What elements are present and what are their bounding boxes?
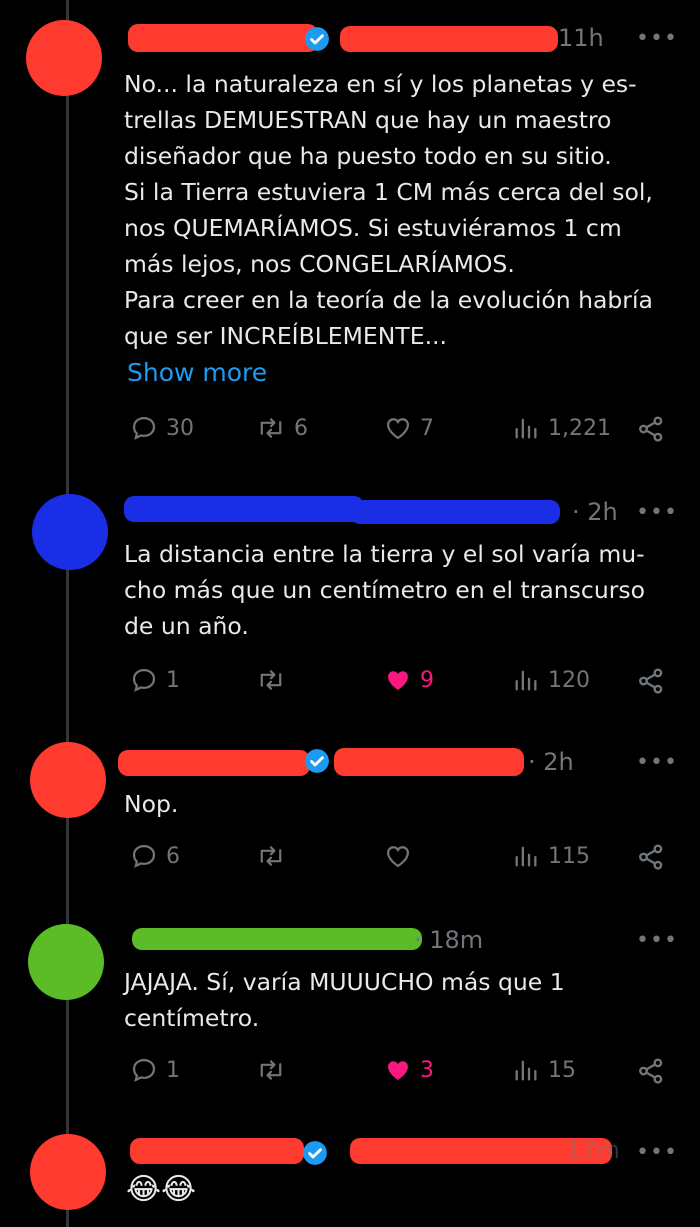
like-count: 9 [420, 667, 434, 693]
reply-button[interactable]: 1 [130, 666, 180, 694]
tweet-4[interactable]: · 18m ••• JAJAJA. Sí, varía MUUUCHO más … [0, 910, 700, 1120]
reply-icon [132, 416, 156, 440]
verified-badge-icon [305, 749, 329, 773]
avatar[interactable] [26, 20, 102, 96]
action-bar: 1 3 15 [0, 1056, 700, 1096]
reply-icon [132, 1058, 156, 1082]
views-button[interactable]: 1,221 [512, 414, 611, 442]
reply-icon [132, 668, 156, 692]
redacted-display-name [130, 1138, 304, 1164]
repost-button[interactable]: 6 [256, 414, 308, 442]
tweet-3[interactable]: · 2h ••• Nop. 6 115 [0, 720, 700, 910]
views-button[interactable]: 115 [512, 842, 590, 870]
repost-icon [260, 1060, 282, 1080]
share-icon [639, 1058, 663, 1084]
tweet-5[interactable]: 17m ••• 😂😂 [0, 1120, 700, 1227]
heart-icon [388, 671, 408, 690]
like-count: 7 [420, 415, 434, 441]
like-button[interactable] [384, 842, 420, 870]
more-dots-icon[interactable]: ••• [636, 1140, 678, 1165]
redacted-handle [334, 748, 524, 776]
views-button[interactable]: 120 [512, 666, 590, 694]
avatar[interactable] [32, 494, 108, 570]
redacted-handle [340, 26, 558, 52]
like-button[interactable]: 9 [384, 666, 434, 694]
redacted-display-name [124, 496, 364, 522]
repost-button[interactable] [256, 842, 294, 870]
reply-count: 1 [166, 667, 180, 693]
more-dots-icon[interactable]: ••• [636, 928, 678, 953]
reply-button[interactable]: 1 [130, 1056, 180, 1084]
reply-count: 6 [166, 843, 180, 869]
redacted-handle [350, 500, 560, 524]
views-count: 115 [548, 843, 590, 869]
share-icon [639, 668, 663, 694]
views-count: 120 [548, 667, 590, 693]
tweet-text: La distancia entre la tierra y el sol va… [124, 540, 646, 640]
action-bar: 30 6 7 1,221 [0, 414, 700, 454]
views-icon [515, 846, 537, 867]
like-button[interactable]: 7 [384, 414, 434, 442]
show-more-link[interactable]: Show more [127, 358, 267, 387]
avatar[interactable] [28, 924, 104, 1000]
action-bar: 6 115 [0, 842, 700, 882]
heart-icon [386, 846, 410, 868]
more-dots-icon[interactable]: ••• [636, 750, 678, 775]
reply-button[interactable]: 6 [130, 842, 180, 870]
verified-badge-icon [305, 27, 329, 51]
verified-badge-icon [303, 1141, 327, 1165]
tweet-2[interactable]: · 2h ••• La distancia entre la tierra y … [0, 470, 700, 720]
share-icon [639, 844, 663, 870]
reply-count: 1 [166, 1057, 180, 1083]
tweet-text: No... la naturaleza en sí y los planetas… [124, 70, 653, 350]
timestamp[interactable]: · 2h [528, 748, 574, 776]
like-count: 3 [420, 1057, 434, 1083]
repost-icon [260, 670, 282, 690]
reply-count: 30 [166, 415, 194, 441]
tweet-text: JAJAJA. Sí, varía MUUUCHO más que 1 cent… [124, 968, 565, 1032]
avatar[interactable] [30, 1134, 106, 1210]
like-button[interactable]: 3 [384, 1056, 434, 1084]
share-button[interactable] [636, 414, 666, 444]
tweet-emoji-text: 😂😂 [126, 1172, 197, 1207]
heart-icon [388, 1061, 408, 1080]
more-dots-icon[interactable]: ••• [636, 500, 678, 525]
redacted-display-name [128, 24, 318, 52]
timestamp[interactable]: 17m [566, 1136, 620, 1164]
views-count: 15 [548, 1057, 576, 1083]
reply-icon [132, 844, 156, 868]
timestamp[interactable]: · 2h [572, 498, 618, 526]
timestamp[interactable]: · 18m [414, 926, 483, 954]
share-button[interactable] [636, 1056, 666, 1086]
redacted-display-name [132, 928, 422, 950]
share-button[interactable] [636, 842, 666, 872]
repost-button[interactable] [256, 1056, 294, 1084]
views-icon [515, 670, 537, 691]
timestamp[interactable]: 11h [558, 24, 604, 52]
repost-icon [260, 846, 282, 866]
action-bar: 1 9 120 [0, 666, 700, 706]
views-count: 1,221 [548, 415, 611, 441]
avatar[interactable] [30, 742, 106, 818]
repost-count: 6 [294, 415, 308, 441]
more-dots-icon[interactable]: ••• [636, 26, 678, 51]
views-icon [515, 418, 537, 439]
heart-icon [386, 418, 410, 440]
tweet-text: Nop. [124, 790, 179, 818]
reply-button[interactable]: 30 [130, 414, 194, 442]
repost-button[interactable] [256, 666, 294, 694]
tweet-1[interactable]: 11h ••• No... la naturaleza en sí y los … [0, 0, 700, 470]
share-icon [639, 416, 663, 442]
repost-icon [260, 418, 282, 438]
views-icon [515, 1060, 537, 1081]
share-button[interactable] [636, 666, 666, 696]
redacted-display-name [118, 750, 310, 776]
views-button[interactable]: 15 [512, 1056, 576, 1084]
